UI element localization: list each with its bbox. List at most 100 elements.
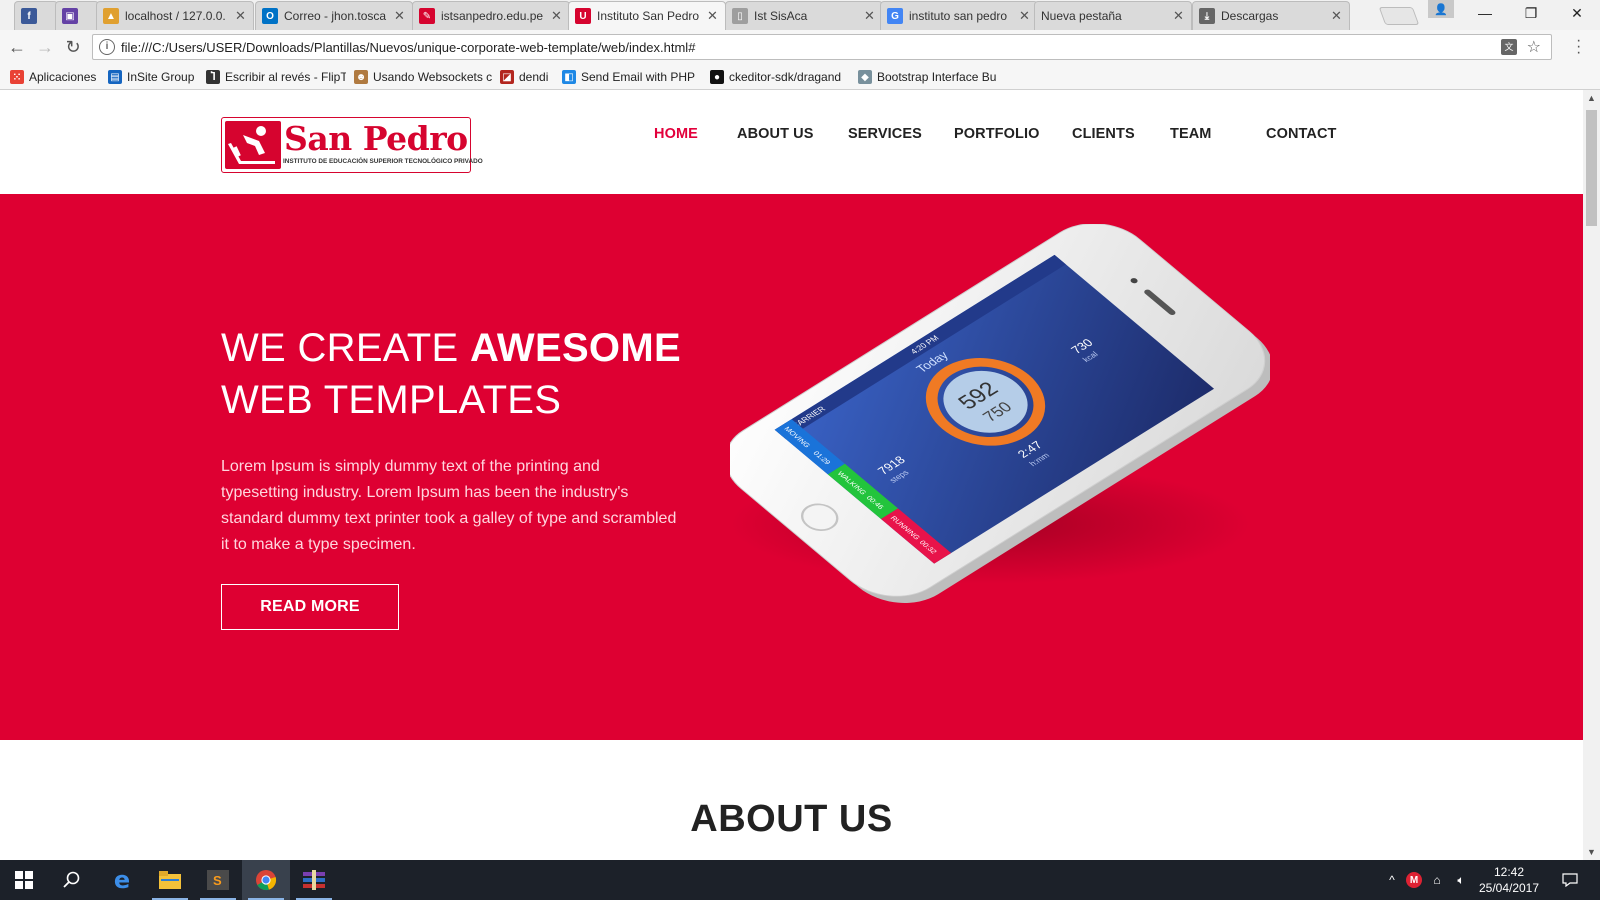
cube-icon: ◆ [858, 70, 872, 84]
profile-icon[interactable]: 👤 [1428, 0, 1454, 18]
hero-title-bold: AWESOME [469, 326, 681, 370]
email-icon: ◧ [562, 70, 576, 84]
volume-icon[interactable]: 🔈︎ [1450, 860, 1472, 900]
scroll-thumb[interactable] [1586, 110, 1597, 226]
scroll-up-icon[interactable]: ▲ [1587, 93, 1596, 103]
browser-tab[interactable]: ▣ [55, 1, 99, 30]
edge-browser-icon[interactable]: e [98, 860, 146, 900]
unique-icon: U [575, 8, 591, 24]
site-info-icon[interactable]: i [99, 39, 115, 55]
sublime-text-icon[interactable]: S [194, 860, 242, 900]
browser-tab-label: Descargas [1221, 9, 1279, 23]
bookmark-item[interactable]: ● ckeditor-sdk/dragand [710, 68, 850, 86]
bookmark-label: InSite Group [127, 70, 195, 84]
forward-icon[interactable]: → [34, 36, 56, 58]
browser-tab-label: Ist SisAca [754, 9, 808, 23]
bookmark-label: Send Email with PHP [581, 70, 696, 84]
scroll-down-icon[interactable]: ▼ [1587, 847, 1596, 857]
search-icon[interactable] [48, 860, 96, 900]
bookmark-item[interactable]: ☻ Usando Websockets c [354, 68, 494, 86]
browser-tab[interactable]: ✎ istsanpedro.edu.pe ✕ [412, 1, 570, 30]
bookmark-label: Escribir al revés - FlipT [225, 70, 346, 84]
minimize-icon[interactable]: — [1462, 0, 1508, 26]
bookmark-item[interactable]: ◪ dendi [500, 68, 556, 86]
nav-team[interactable]: TEAM [1170, 126, 1211, 142]
browser-menu-icon[interactable]: · · · [1576, 33, 1581, 61]
windows-taskbar: e S ^ M ⌂ 🔈︎ 12:42 25/04/2017 [0, 860, 1600, 900]
browser-toolbar: ← → ↻ i file:///C:/Users/USER/Downloads/… [0, 30, 1600, 64]
phpmyadmin-icon: ▲ [103, 8, 119, 24]
reload-icon[interactable]: ↻ [62, 36, 84, 58]
back-icon[interactable]: ← [6, 36, 28, 58]
flip-icon: Ⴈ [206, 70, 220, 84]
nav-services[interactable]: SERVICES [848, 126, 922, 142]
close-tab-icon[interactable]: ✕ [1173, 8, 1185, 24]
github-icon: ● [710, 70, 724, 84]
browser-tab-label: Correo - jhon.tosca [284, 9, 387, 23]
close-tab-icon[interactable]: ✕ [1019, 8, 1031, 24]
browser-tab[interactable]: U Instituto San Pedro ✕ [568, 1, 726, 30]
nav-about-us[interactable]: ABOUT US [737, 126, 814, 142]
action-center-icon[interactable] [1552, 860, 1588, 900]
site-icon: ✎ [419, 8, 435, 24]
tray-app-icon[interactable]: M [1404, 860, 1424, 900]
close-tab-icon[interactable]: ✕ [1331, 8, 1343, 24]
chrome-icon[interactable] [242, 860, 290, 900]
avatar-icon: ☻ [354, 70, 368, 84]
hero-description: Lorem Ipsum is simply dummy text of the … [221, 458, 677, 553]
new-tab-button[interactable] [1378, 7, 1420, 25]
logo-name: San Pedro [284, 119, 468, 158]
facebook-icon: f [21, 8, 37, 24]
translate-icon[interactable]: 文 [1501, 39, 1517, 55]
nav-clients[interactable]: CLIENTS [1072, 126, 1135, 142]
hero-section: WE CREATE AWESOME WEB TEMPLATES Lorem Ip… [0, 194, 1583, 740]
url-text[interactable]: file:///C:/Users/USER/Downloads/Plantill… [121, 40, 695, 55]
close-tab-icon[interactable]: ✕ [235, 8, 247, 24]
site-logo[interactable]: San Pedro INSTITUTO DE EDUCACIÓN SUPERIO… [221, 117, 483, 173]
nav-contact[interactable]: CONTACT [1266, 126, 1337, 142]
dota-icon: ◪ [500, 70, 514, 84]
page-scrollbar[interactable]: ▲ ▼ [1583, 90, 1600, 860]
bookmark-item[interactable]: ▤ InSite Group [108, 68, 200, 86]
file-explorer-icon[interactable] [146, 860, 194, 900]
browser-tab[interactable]: ▯ Ist SisAca ✕ [725, 1, 883, 30]
bookmark-item[interactable]: ⁙ Aplicaciones [10, 68, 102, 86]
bookmark-item[interactable]: Ⴈ Escribir al revés - FlipT [206, 68, 346, 86]
nav-home[interactable]: HOME [654, 126, 698, 142]
clock-time: 12:42 [1493, 865, 1525, 879]
bookmark-label: Aplicaciones [29, 70, 97, 84]
browser-tab[interactable]: ⤓ Descargas ✕ [1192, 1, 1350, 30]
bookmarks-bar: ⁙ Aplicaciones ▤ InSite Group Ⴈ Escribir al r… [0, 64, 1600, 90]
browser-tab[interactable]: ▲ localhost / 127.0.0. ✕ [96, 1, 254, 30]
browser-tab[interactable]: Nueva pestaña ✕ [1034, 1, 1192, 30]
bookmark-item[interactable]: ◧ Send Email with PHP [562, 68, 702, 86]
system-clock[interactable]: 12:42 25/04/2017 [1474, 864, 1544, 896]
bookmark-star-icon[interactable]: ☆ [1527, 37, 1541, 57]
winrar-icon[interactable] [290, 860, 338, 900]
close-tab-icon[interactable]: ✕ [551, 8, 563, 24]
close-tab-icon[interactable]: ✕ [707, 8, 719, 24]
network-icon[interactable]: ⌂ [1426, 860, 1448, 900]
download-icon: ⤓ [1199, 8, 1215, 24]
insite-icon: ▤ [108, 70, 122, 84]
browser-tab-label: instituto san pedro [909, 9, 1008, 23]
tray-expand-icon[interactable]: ^ [1382, 860, 1402, 900]
close-tab-icon[interactable]: ✕ [394, 8, 406, 24]
browser-tab-strip: f ▣ ▲ localhost / 127.0.0. ✕ O Correo - jhon.t… [0, 0, 1600, 30]
logo-subtitle: INSTITUTO DE EDUCACIÓN SUPERIOR TECNOLÓG… [283, 158, 483, 165]
read-more-button[interactable]: READ MORE [221, 584, 399, 630]
close-window-icon[interactable]: ✕ [1554, 0, 1600, 26]
browser-tab[interactable]: Ginstituto san pedro ✕ [880, 1, 1038, 30]
bookmark-label: Bootstrap Interface Bu [877, 70, 997, 84]
restore-icon[interactable]: ❐ [1508, 0, 1554, 26]
windows-start-icon[interactable] [0, 860, 48, 900]
close-tab-icon[interactable]: ✕ [864, 8, 876, 24]
browser-tab[interactable]: f [14, 1, 58, 30]
apps-grid-icon: ⁙ [10, 70, 24, 84]
address-bar[interactable]: i file:///C:/Users/USER/Downloads/Planti… [92, 34, 1552, 60]
hero-title-light: WE CREATE [221, 326, 470, 370]
hero-phone-image: CARRIER 4:20 PM Today 592 750 7918 steps… [725, 223, 1273, 604]
nav-portfolio[interactable]: PORTFOLIO [954, 126, 1039, 142]
browser-tab[interactable]: O Correo - jhon.tosca ✕ [255, 1, 413, 30]
bookmark-item[interactable]: ◆ Bootstrap Interface Bu [858, 68, 998, 86]
